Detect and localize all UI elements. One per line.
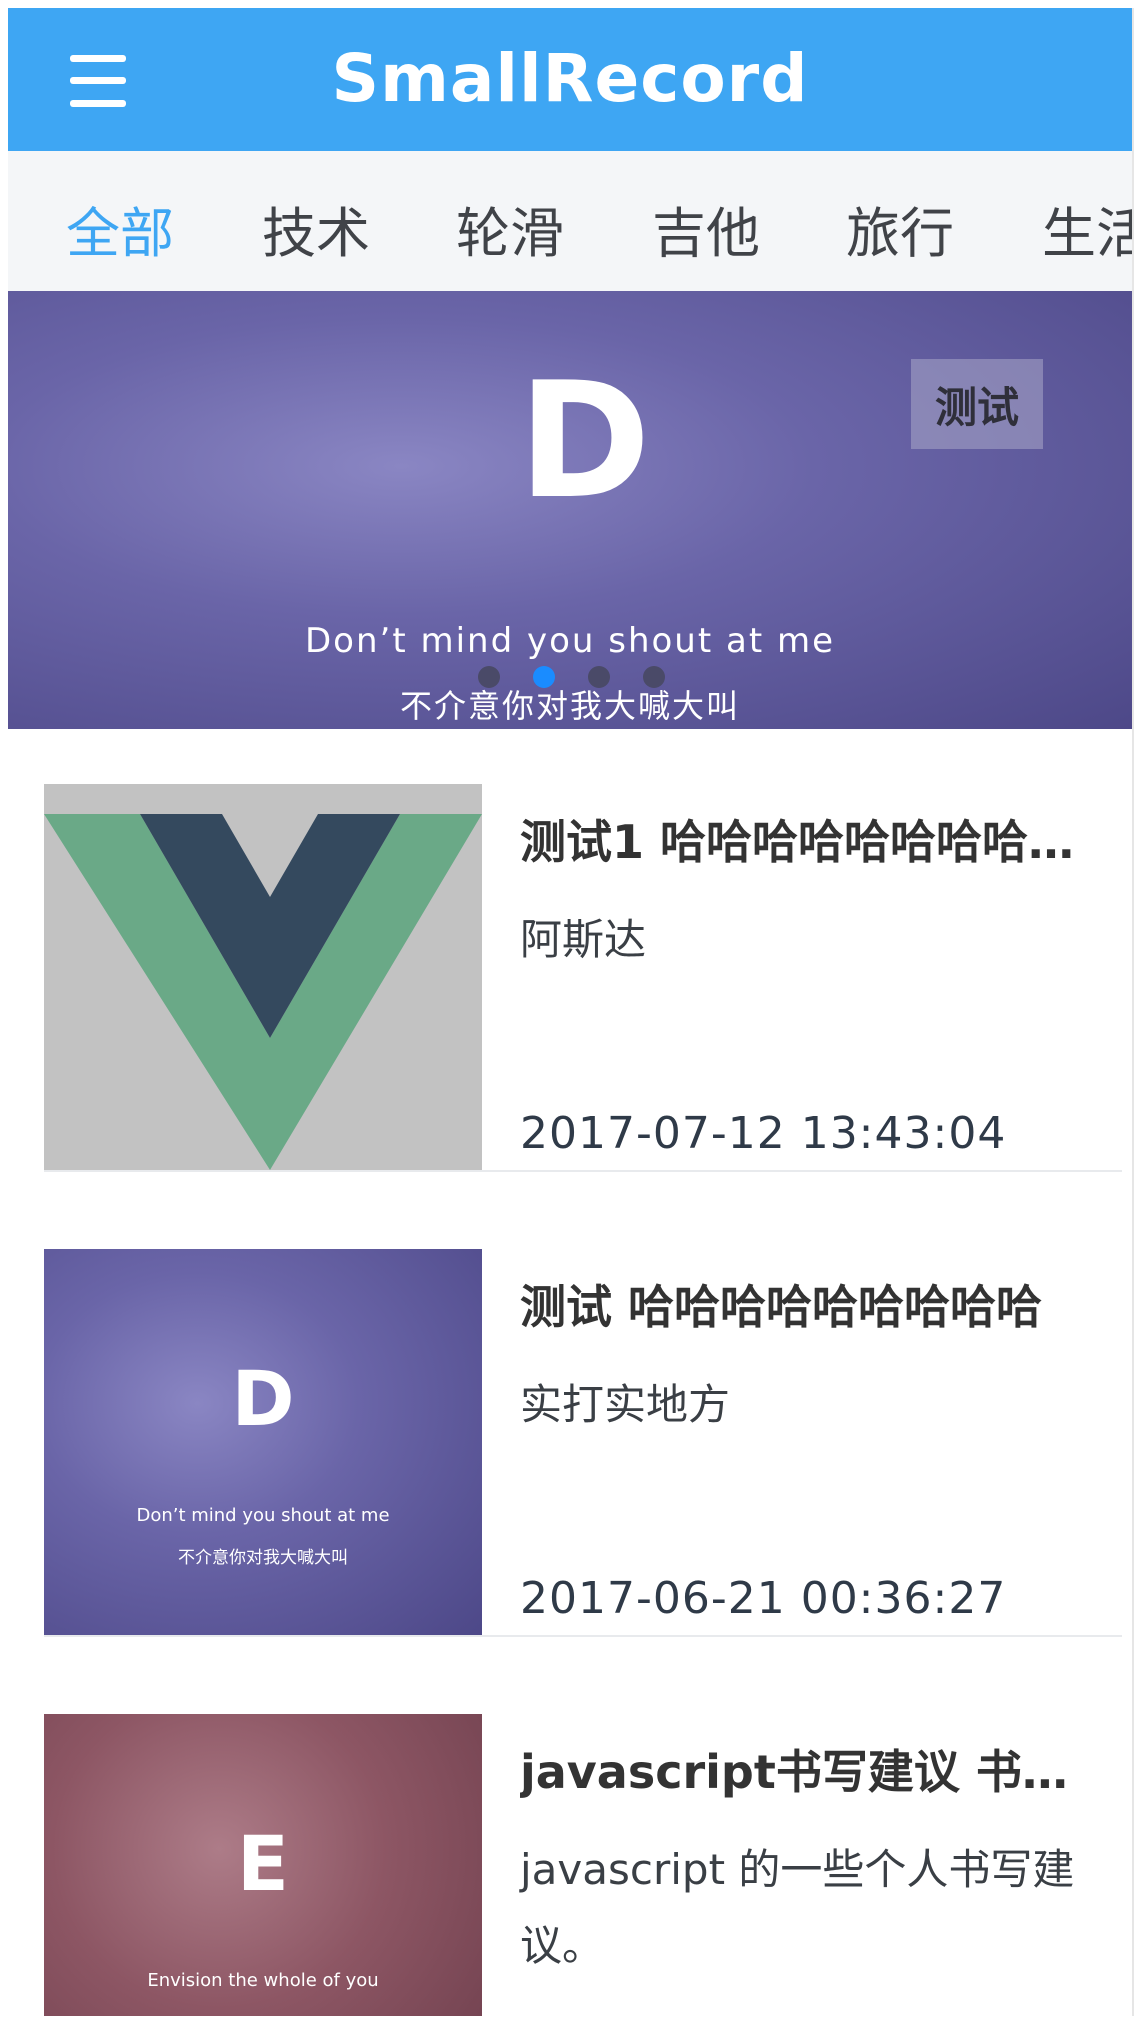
app-title: SmallRecord	[331, 40, 809, 117]
thumbnail-caption-english: Envision the whole of you	[147, 1970, 379, 1991]
post-thumbnail: E Envision the whole of you	[44, 1714, 482, 2016]
tab-skating[interactable]: 轮滑	[456, 189, 564, 268]
post-thumbnail: D Don’t mind you shout at me 不介意你对我大喊大叫	[44, 1249, 482, 1635]
post-title: javascript书写建议 书写建议	[520, 1745, 1100, 1799]
thumbnail-letter: E	[237, 1819, 289, 1908]
app-header: SmallRecord	[8, 8, 1132, 151]
post-list-item[interactable]: D Don’t mind you shout at me 不介意你对我大喊大叫 …	[44, 1249, 1122, 1637]
category-tabs: 全部 技术 轮滑 吉他 旅行 生活	[8, 151, 1132, 291]
tab-guitar[interactable]: 吉他	[652, 189, 760, 268]
banner-caption-chinese: 不介意你对我大喊大叫	[399, 687, 740, 725]
post-list-item[interactable]: E Envision the whole of you javascript书写…	[44, 1714, 1122, 2016]
app-frame: SmallRecord 全部 技术 轮滑 吉他 旅行 生活 D 测试 Don’t…	[8, 8, 1134, 2016]
post-title: 测试1 哈哈哈哈哈哈哈哈哈哈	[520, 815, 1100, 869]
carousel-dot[interactable]	[643, 666, 665, 688]
thumbnail-letter: D	[231, 1354, 295, 1443]
post-description: 实打实地方	[520, 1380, 731, 1429]
banner-carousel[interactable]: D 测试 Don’t mind you shout at me 不介意你对我大喊…	[8, 291, 1132, 729]
carousel-dot-active[interactable]	[533, 666, 555, 688]
tab-life[interactable]: 生活	[1042, 189, 1132, 268]
thumbnail-caption-english: Don’t mind you shout at me	[136, 1505, 390, 1526]
banner-logo-letter: D	[518, 347, 651, 534]
post-title: 测试 哈哈哈哈哈哈哈哈哈	[520, 1280, 1043, 1334]
post-date: 2017-07-12 13:43:04	[520, 1108, 1007, 1159]
vue-logo-thumbnail	[44, 784, 482, 1170]
carousel-dot[interactable]	[588, 666, 610, 688]
thumbnail-caption-chinese: 不介意你对我大喊大叫	[178, 1548, 348, 1568]
post-date: 2017-06-21 00:36:27	[520, 1573, 1007, 1624]
tab-all[interactable]: 全部	[66, 189, 174, 268]
tab-travel[interactable]: 旅行	[846, 189, 954, 268]
banner-caption-english: Don’t mind you shout at me	[304, 621, 836, 661]
tab-tech[interactable]: 技术	[262, 189, 370, 268]
post-list-item[interactable]: 测试1 哈哈哈哈哈哈哈哈哈哈 阿斯达 2017-07-12 13:43:04	[44, 784, 1122, 1172]
carousel-dot[interactable]	[478, 666, 500, 688]
banner-tag: 测试	[911, 359, 1043, 449]
post-description: javascript 的一些个人书写建议。	[520, 1845, 1075, 1970]
post-description: 阿斯达	[520, 915, 647, 964]
